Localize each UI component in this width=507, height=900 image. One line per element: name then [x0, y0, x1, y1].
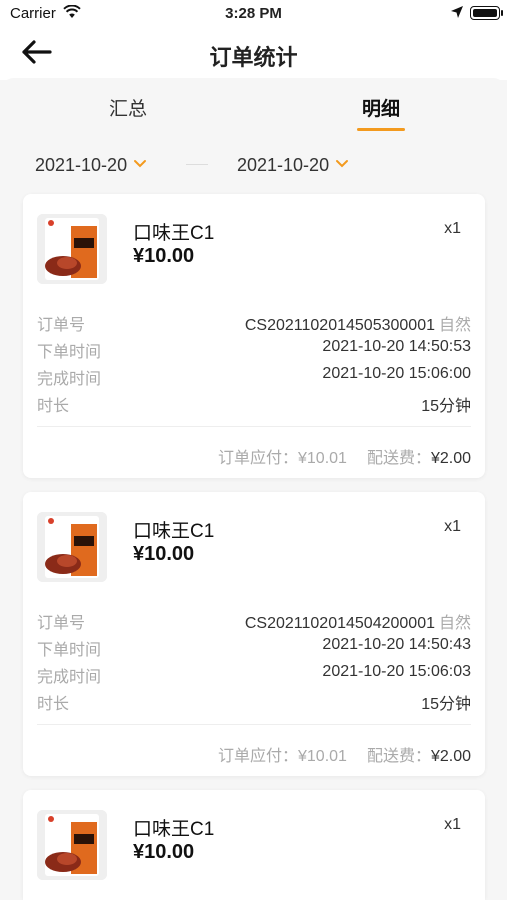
order-no-label: 订单号 — [37, 317, 86, 334]
product-quantity: x1 — [444, 220, 461, 237]
order-footer: 订单应付：¥10.01 配送费：¥2.00 — [218, 742, 471, 766]
product-name: 口味王C1 — [133, 223, 215, 244]
battery-tip — [501, 10, 503, 16]
duration-value: 15分钟 — [421, 696, 471, 713]
status-bar: Carrier 3:28 PM — [0, 0, 507, 28]
end-date-value: 2021-10-20 — [237, 155, 330, 175]
order-time-label: 下单时间 — [37, 344, 102, 361]
complete-time-row: 完成时间 2021-10-20 15:06:00 — [37, 365, 471, 388]
order-no-row: 订单号 CS2021102014505300001 自然 — [37, 311, 471, 334]
payable-label: 订单应付： — [217, 450, 298, 467]
order-card[interactable]: 口味王C1 ¥10.00 x1 订单号 CS202110201450530000… — [23, 194, 485, 478]
duration-value: 15分钟 — [421, 398, 471, 415]
duration-row: 时长 15分钟 — [37, 392, 471, 415]
delivery-fee-label: 配送费： — [366, 450, 431, 467]
product-price: ¥10.00 — [133, 841, 195, 863]
battery-icon — [470, 6, 500, 20]
product-quantity: x1 — [444, 518, 461, 535]
tab-active-indicator — [357, 128, 405, 131]
end-date-picker[interactable]: 2021-10-20 — [237, 152, 349, 178]
order-time-label: 下单时间 — [37, 642, 102, 659]
tab-panel: 汇总 明细 — [0, 78, 507, 200]
location-arrow-icon — [450, 5, 464, 23]
order-time-value: 2021-10-20 14:50:43 — [322, 636, 471, 653]
payable-value: ¥10.01 — [298, 450, 347, 467]
order-type-tag: 自然 — [438, 615, 471, 632]
duration-row: 时长 15分钟 — [37, 690, 471, 713]
delivery-fee-label: 配送费： — [366, 748, 431, 765]
chevron-down-icon — [133, 152, 147, 173]
payable-label: 订单应付： — [217, 748, 298, 765]
chevron-down-icon — [335, 152, 349, 173]
duration-label: 时长 — [37, 398, 70, 415]
delivery-fee-value: ¥2.00 — [430, 748, 471, 765]
order-card[interactable]: 口味王C1 ¥10.00 x1 — [23, 790, 485, 900]
order-time-row: 下单时间 2021-10-20 14:50:43 — [37, 636, 471, 659]
product-image — [37, 810, 107, 880]
order-no-value: CS2021102014505300001 — [244, 317, 435, 334]
order-no-label: 订单号 — [37, 615, 86, 632]
order-type-tag: 自然 — [438, 317, 471, 334]
product-price: ¥10.00 — [133, 543, 195, 565]
product-image — [37, 512, 107, 582]
tab-summary[interactable]: 汇总 — [68, 94, 188, 130]
product-image — [37, 214, 107, 284]
complete-time-value: 2021-10-20 15:06:03 — [322, 663, 471, 680]
order-footer: 订单应付：¥10.01 配送费：¥2.00 — [218, 444, 471, 468]
duration-label: 时长 — [37, 696, 70, 713]
back-button[interactable] — [20, 38, 60, 68]
product-quantity: x1 — [444, 816, 461, 833]
product-name: 口味王C1 — [133, 819, 215, 840]
tab-detail[interactable]: 明细 — [321, 94, 441, 130]
order-no-row: 订单号 CS2021102014504200001 自然 — [37, 609, 471, 632]
complete-time-row: 完成时间 2021-10-20 15:06:03 — [37, 663, 471, 686]
product-name: 口味王C1 — [133, 521, 215, 542]
status-time: 3:28 PM — [225, 5, 282, 22]
order-no-value: CS2021102014504200001 — [244, 615, 435, 632]
nav-bar: 订单统计 — [0, 28, 507, 78]
order-card[interactable]: 口味王C1 ¥10.00 x1 订单号 CS202110201450420000… — [23, 492, 485, 776]
page-title: 订单统计 — [209, 45, 298, 70]
order-time-value: 2021-10-20 14:50:53 — [322, 338, 471, 355]
complete-time-value: 2021-10-20 15:06:00 — [322, 365, 471, 382]
complete-time-label: 完成时间 — [37, 669, 102, 686]
start-date-picker[interactable]: 2021-10-20 — [35, 152, 147, 178]
order-time-row: 下单时间 2021-10-20 14:50:53 — [37, 338, 471, 361]
card-divider — [37, 426, 471, 427]
delivery-fee-value: ¥2.00 — [430, 450, 471, 467]
header: Carrier 3:28 PM 订单统计 — [0, 0, 507, 80]
payable-value: ¥10.01 — [298, 748, 347, 765]
start-date-value: 2021-10-20 — [35, 155, 128, 175]
complete-time-label: 完成时间 — [37, 371, 102, 388]
date-range-divider — [186, 164, 208, 165]
card-divider — [37, 724, 471, 725]
product-price: ¥10.00 — [133, 245, 195, 267]
arrow-left-icon — [22, 40, 52, 64]
